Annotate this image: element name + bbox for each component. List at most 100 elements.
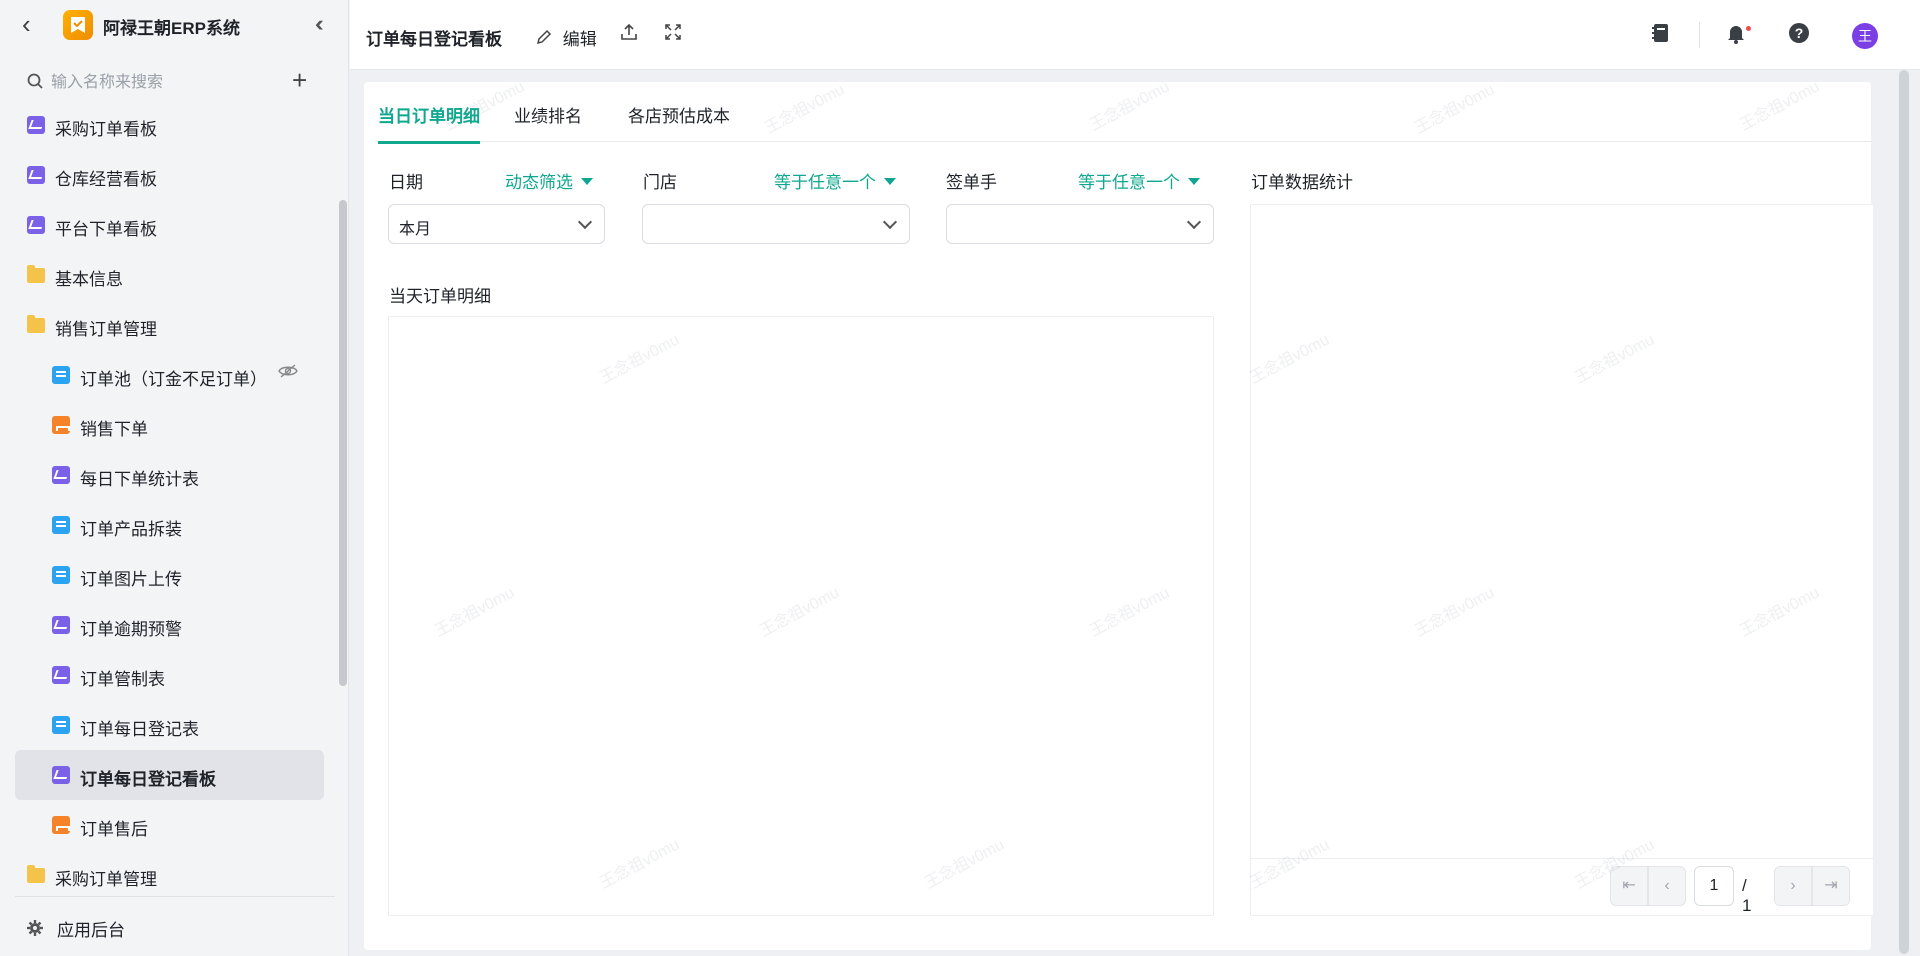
sidebar-search [27, 70, 317, 96]
sidebar-item-label: 采购订单管理 [55, 870, 157, 889]
filter-mode-label: 等于任意一个 [1078, 173, 1180, 192]
tab-daily-detail[interactable]: 当日订单明细 [378, 102, 480, 144]
sidebar: ‹ 阿禄王朝ERP系统 ‹‹ + 采购订单看板 仓库经营看板 平台下单看板 基本… [0, 0, 349, 956]
sidebar-item[interactable]: 平台下单看板 [15, 200, 324, 250]
page-title: 订单每日登记看板 [366, 30, 502, 49]
store-select[interactable] [642, 204, 910, 244]
add-icon[interactable]: + [292, 66, 307, 94]
filter-mode-signer[interactable]: 等于任意一个 [1078, 168, 1200, 193]
sidebar-item-label: 销售下单 [80, 420, 148, 439]
date-select-value: 本月 [399, 221, 432, 238]
chevron-down-icon [577, 214, 593, 230]
sidebar-item-label: 采购订单看板 [55, 120, 157, 139]
date-select[interactable]: 本月 [388, 204, 605, 244]
admin-label: 应用后台 [57, 921, 125, 940]
prev-page-button[interactable]: ‹ [1648, 866, 1686, 906]
filter-mode-label: 动态筛选 [505, 173, 573, 192]
detail-section-title: 当天订单明细 [389, 287, 491, 306]
doc-icon [52, 716, 70, 734]
doc-icon [52, 566, 70, 584]
pencil-icon [536, 29, 557, 49]
sidebar-item[interactable]: 订单管制表 [15, 650, 324, 700]
avatar[interactable]: 王 [1852, 23, 1878, 49]
divider [1251, 858, 1873, 859]
sidebar-item-label: 订单逾期预警 [80, 620, 182, 639]
tab-bar: 当日订单明细 业绩排名 各店预估成本 [378, 82, 1873, 144]
back-icon[interactable]: ‹ [22, 10, 31, 38]
sidebar-item[interactable]: 订单逾期预警 [15, 600, 324, 650]
sidebar-item-label: 销售订单管理 [55, 320, 157, 339]
svg-text:?: ? [1795, 25, 1804, 41]
main-scrollbar[interactable] [1899, 70, 1909, 954]
sidebar-item-label: 订单池（订金不足订单） [80, 370, 267, 389]
sidebar-item[interactable]: 订单每日登记表 [15, 700, 324, 750]
sidebar-item-label: 订单产品拆装 [80, 520, 182, 539]
filter-mode-label: 等于任意一个 [774, 173, 876, 192]
chart-icon [52, 766, 70, 784]
collapse-sidebar-icon[interactable]: ‹‹ [315, 12, 323, 36]
filter-mode-date[interactable]: 动态筛选 [505, 168, 593, 193]
divider [1699, 22, 1700, 48]
chart-icon [27, 166, 45, 184]
sidebar-item-label: 基本信息 [55, 270, 123, 289]
chart-icon [52, 666, 70, 684]
app-logo-icon [63, 10, 93, 40]
chevron-down-icon [1186, 214, 1202, 230]
sidebar-item[interactable]: 订单图片上传 [15, 550, 324, 600]
folder-open-icon [27, 315, 45, 333]
sidebar-scrollbar[interactable] [339, 200, 347, 686]
sidebar-item[interactable]: 销售下单 [15, 400, 324, 450]
sidebar-list: 采购订单看板 仓库经营看板 平台下单看板 基本信息 销售订单管理 订单池（订金不… [0, 100, 349, 890]
sidebar-item-label: 仓库经营看板 [55, 170, 157, 189]
sidebar-item-label: 平台下单看板 [55, 220, 157, 239]
eye-off-icon [278, 364, 298, 383]
next-page-button[interactable]: › [1774, 866, 1812, 906]
stats-table-area [1250, 204, 1874, 916]
gear-icon [27, 920, 45, 941]
tab-store-cost[interactable]: 各店预估成本 [628, 102, 730, 141]
sidebar-item[interactable]: 采购订单管理 [15, 850, 324, 890]
sidebar-item[interactable]: 订单池（订金不足订单） [15, 350, 324, 400]
filter-label-store: 门店 [643, 173, 677, 192]
sidebar-header: ‹ 阿禄王朝ERP系统 ‹‹ [0, 0, 349, 50]
help-icon[interactable]: ? [1788, 22, 1812, 46]
tab-performance[interactable]: 业绩排名 [514, 102, 582, 141]
sidebar-item[interactable]: 仓库经营看板 [15, 150, 324, 200]
folder-icon [27, 865, 45, 883]
share-icon[interactable] [620, 23, 638, 46]
sidebar-item[interactable]: 订单产品拆装 [15, 500, 324, 550]
notification-dot [1745, 25, 1752, 32]
admin-link[interactable]: 应用后台 [27, 916, 125, 941]
detail-table-area [388, 316, 1214, 916]
fullscreen-icon[interactable] [664, 23, 682, 46]
search-input[interactable] [51, 70, 271, 96]
signer-select[interactable] [946, 204, 1214, 244]
sidebar-item-active[interactable]: 订单每日登记看板 [15, 750, 324, 800]
notebook-icon[interactable] [1650, 22, 1674, 46]
sidebar-item[interactable]: 采购订单看板 [15, 100, 324, 150]
chart-icon [52, 616, 70, 634]
last-page-button[interactable]: ⇥ [1812, 866, 1850, 906]
caret-down-icon [1188, 178, 1200, 185]
chart-icon [27, 116, 45, 134]
form-icon [52, 366, 70, 384]
filter-label-signer: 签单手 [946, 173, 997, 192]
sidebar-item[interactable]: 销售订单管理 [15, 300, 324, 350]
page-input[interactable]: 1 [1694, 866, 1734, 906]
sidebar-item-label: 订单管制表 [80, 670, 165, 689]
caret-down-icon [884, 178, 896, 185]
doc-icon [52, 516, 70, 534]
sidebar-item-label: 订单每日登记看板 [80, 770, 216, 789]
edit-button[interactable]: 编辑 [536, 25, 597, 50]
chart-icon [27, 216, 45, 234]
filter-label-date: 日期 [389, 173, 423, 192]
sidebar-item-label: 订单图片上传 [80, 570, 182, 589]
sidebar-item-label: 订单售后 [80, 820, 148, 839]
chart-icon [52, 466, 70, 484]
sidebar-item[interactable]: 基本信息 [15, 250, 324, 300]
filter-mode-store[interactable]: 等于任意一个 [774, 168, 896, 193]
sidebar-item[interactable]: 订单售后 [15, 800, 324, 850]
edit-label: 编辑 [562, 30, 597, 49]
sidebar-item[interactable]: 每日下单统计表 [15, 450, 324, 500]
first-page-button[interactable]: ⇤ [1610, 866, 1648, 906]
